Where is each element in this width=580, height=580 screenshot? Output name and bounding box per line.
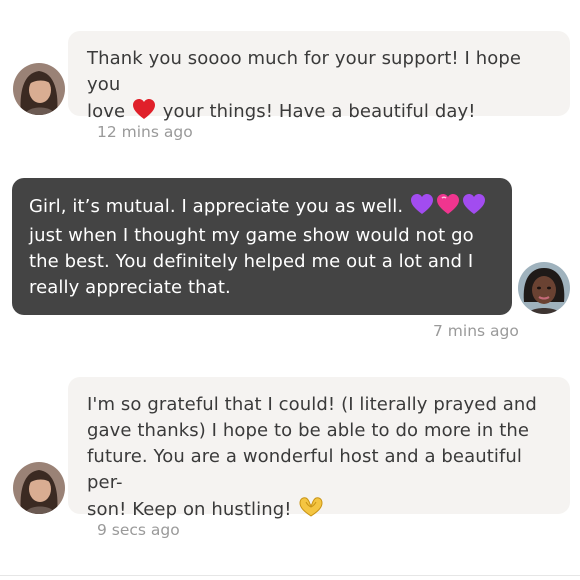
message-bubble-incoming: I'm so grateful that I could! (I literal… xyxy=(68,377,570,520)
message-line: love xyxy=(87,101,126,122)
avatar-user[interactable] xyxy=(13,462,65,514)
message-line: just when I thought my game show would n… xyxy=(29,225,474,246)
message-line: I'm so grateful that I could! (I literal… xyxy=(87,394,537,415)
message-line: son! Keep on hustling! xyxy=(87,499,292,520)
message-timestamp: 7 mins ago xyxy=(433,322,519,340)
message-line: your things! Have a beautiful day! xyxy=(162,101,476,122)
message-bubble-outgoing: Girl, it’s mutual. I appreciate you as w… xyxy=(12,178,512,315)
message-text: Girl, it’s mutual. I appreciate you as w… xyxy=(29,193,495,301)
purple-heart-icon xyxy=(462,193,486,223)
message-bubble-incoming: Thank you soooo much for your support! I… xyxy=(68,31,570,122)
message-line: really appreciate that. xyxy=(29,277,231,298)
message-text: I'm so grateful that I could! (I literal… xyxy=(87,392,551,526)
message-text: Thank you soooo much for your support! I… xyxy=(87,46,551,128)
avatar-host-image xyxy=(518,262,570,314)
heart-hands-icon xyxy=(298,496,324,526)
message-line: future. You are a wonderful host and a b… xyxy=(87,446,523,493)
pink-heart-icon xyxy=(436,193,460,223)
message-line: gave thanks) I hope to be able to do mor… xyxy=(87,420,530,441)
message-timestamp: 9 secs ago xyxy=(97,521,180,539)
message-timestamp: 12 mins ago xyxy=(97,123,193,141)
avatar-user-image xyxy=(13,462,65,514)
avatar-host[interactable] xyxy=(518,262,570,314)
message-line: the best. You definitely helped me out a… xyxy=(29,251,474,272)
avatar-user[interactable] xyxy=(13,63,65,115)
message-line: Thank you soooo much for your support! I… xyxy=(87,48,522,95)
message-line: Girl, it’s mutual. I appreciate you as w… xyxy=(29,196,404,217)
divider xyxy=(0,575,580,576)
avatar-user-image xyxy=(13,63,65,115)
purple-heart-icon xyxy=(410,193,434,223)
